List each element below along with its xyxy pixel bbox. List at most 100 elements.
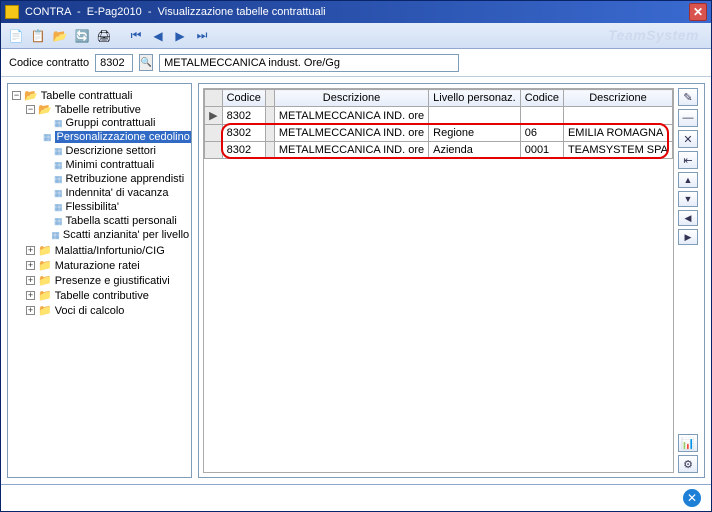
tree-closed-node[interactable]: +📁Malattia/Infortunio/CIG	[26, 244, 189, 257]
doc-icon: ▦	[54, 146, 63, 157]
tree-node-label: Presenze e giustificativi	[55, 275, 170, 287]
grid-header[interactable]: Descrizione	[563, 90, 672, 107]
tree-leaf[interactable]: ▦Retribuzione apprendisti	[40, 173, 189, 185]
toolbar-open-icon[interactable]: 📂	[51, 27, 69, 45]
doc-icon: ▦	[54, 160, 63, 171]
cell[interactable]: EMILIA ROMAGNA	[563, 125, 672, 142]
cell[interactable]: METALMECCANICA IND. ore	[274, 125, 428, 142]
tree-retributive[interactable]: − 📂 Tabelle retributive	[26, 103, 189, 116]
cell[interactable]: METALMECCANICA IND. ore	[274, 142, 428, 159]
nav-prev-icon[interactable]: ◀	[149, 27, 167, 45]
side-edit-button[interactable]: ✎	[678, 88, 698, 106]
grid-header[interactable]: Codice	[520, 90, 563, 107]
cell[interactable]: METALMECCANICA IND. ore	[274, 107, 428, 125]
grid-header-row: Codice Descrizione Livello personaz. Cod…	[205, 90, 673, 107]
tree-leaf[interactable]: ▦Descrizione settori	[40, 145, 189, 157]
side-options-button[interactable]: ⚙	[678, 455, 698, 473]
toolbar-refresh-icon[interactable]: 🔄	[73, 27, 91, 45]
cell[interactable]	[429, 107, 521, 125]
status-close-button[interactable]: ✕	[683, 489, 701, 507]
code-input[interactable]	[95, 54, 133, 72]
cell[interactable]: 8302	[222, 107, 265, 125]
side-right-button[interactable]: ▶	[678, 229, 698, 245]
cell[interactable]: 8302	[222, 142, 265, 159]
nav-next-icon[interactable]: ▶	[171, 27, 189, 45]
tree-panel: − 📂 Tabelle contrattuali − 📂 Tabelle ret…	[7, 83, 192, 478]
tree-leaf[interactable]: ▦Minimi contrattuali	[40, 159, 189, 171]
tree-closed-node[interactable]: +📁Maturazione ratei	[26, 259, 189, 272]
expand-icon[interactable]: +	[26, 246, 35, 255]
grid-header[interactable]: Codice	[222, 90, 265, 107]
tree-closed-node[interactable]: +📁Presenze e giustificativi	[26, 274, 189, 287]
table-row[interactable]: 8302 METALMECCANICA IND. ore Regione 06 …	[205, 125, 673, 142]
doc-icon: ▦	[43, 132, 52, 143]
code-desc-input[interactable]	[159, 54, 459, 72]
cell[interactable]: TEAMSYSTEM SPA	[563, 142, 672, 159]
cell[interactable]	[563, 107, 672, 125]
contracts-grid[interactable]: Codice Descrizione Livello personaz. Cod…	[204, 89, 673, 159]
expand-icon[interactable]: +	[26, 291, 35, 300]
nav-last-icon[interactable]: ⏭	[193, 27, 211, 45]
toolbar-print-icon[interactable]: 🖨	[95, 27, 113, 45]
nav-first-icon[interactable]: ⏮	[127, 27, 145, 45]
code-label: Codice contratto	[9, 57, 89, 69]
tree-node-label: Malattia/Infortunio/CIG	[55, 245, 165, 257]
tree-leaf-label: Gruppi contrattuali	[66, 117, 156, 129]
collapse-icon[interactable]: −	[12, 91, 21, 100]
cell[interactable]: Azienda	[429, 142, 521, 159]
table-row[interactable]: 8302 METALMECCANICA IND. ore Azienda 000…	[205, 142, 673, 159]
cell[interactable]: 06	[520, 125, 563, 142]
cell[interactable]: 0001	[520, 142, 563, 159]
collapse-icon[interactable]: −	[26, 105, 35, 114]
tree-leaf[interactable]: ▦Flessibilita'	[40, 201, 189, 213]
table-row[interactable]: ▶ 8302 METALMECCANICA IND. ore	[205, 107, 673, 125]
tree-leaf-label: Descrizione settori	[66, 145, 156, 157]
toolbar-new-icon[interactable]: 📄	[7, 27, 25, 45]
tree-leaf-label: Minimi contrattuali	[66, 159, 155, 171]
tree-closed-node[interactable]: +📁Voci di calcolo	[26, 304, 189, 317]
tree-node-label: Voci di calcolo	[55, 305, 125, 317]
side-import-button[interactable]: ⇤	[678, 151, 698, 169]
tree-leaf-label: Personalizzazione cedolino	[55, 131, 192, 143]
tree-leaf-selected[interactable]: ▦Personalizzazione cedolino	[40, 131, 189, 143]
tree-leaf[interactable]: ▦Indennita' di vacanza	[40, 187, 189, 199]
tree-root[interactable]: − 📂 Tabelle contrattuali	[12, 89, 189, 102]
side-up-button[interactable]: ▲	[678, 172, 698, 188]
expand-icon[interactable]: +	[26, 276, 35, 285]
doc-icon: ▦	[54, 188, 63, 199]
cell[interactable]	[520, 107, 563, 125]
close-button[interactable]: ✕	[689, 3, 707, 21]
tree-node-label: Tabelle contributive	[55, 290, 149, 302]
cell[interactable]: Regione	[429, 125, 521, 142]
tree-leaf[interactable]: ▦Tabella scatti personali	[40, 215, 189, 227]
folder-open-icon: 📂	[38, 103, 52, 116]
doc-icon: ▦	[54, 202, 63, 213]
side-delete-button[interactable]: ✕	[678, 130, 698, 148]
toolbar: 📄 📋 📂 🔄 🖨 ⏮ ◀ ▶ ⏭ TeamSystem	[1, 23, 711, 49]
side-export-button[interactable]: 📊	[678, 434, 698, 452]
tree-leaf[interactable]: ▦Scatti anzianita' per livello	[40, 229, 189, 241]
code-lookup-button[interactable]: 🔍	[139, 54, 153, 71]
tree-node-label: Tabelle retributive	[55, 104, 141, 116]
folder-closed-icon: 📁	[38, 274, 52, 287]
expand-icon[interactable]: +	[26, 261, 35, 270]
expand-icon[interactable]: +	[26, 306, 35, 315]
code-bar: Codice contratto 🔍	[1, 49, 711, 77]
toolbar-paste-icon[interactable]: 📋	[29, 27, 47, 45]
grid-header[interactable]: Descrizione	[274, 90, 428, 107]
side-down-button[interactable]: ▼	[678, 191, 698, 207]
grid-panel: Codice Descrizione Livello personaz. Cod…	[198, 83, 705, 478]
cell[interactable]: 8302	[222, 125, 265, 142]
tree-closed-node[interactable]: +📁Tabelle contributive	[26, 289, 189, 302]
side-left-button[interactable]: ◀	[678, 210, 698, 226]
status-bar: ✕	[1, 485, 711, 511]
folder-closed-icon: 📁	[38, 244, 52, 257]
tree-leaf-label: Flessibilita'	[66, 201, 119, 213]
tree-leaf-label: Tabella scatti personali	[66, 215, 177, 227]
tree-leaf-label: Retribuzione apprendisti	[66, 173, 185, 185]
side-clear-button[interactable]: —	[678, 109, 698, 127]
tree-leaf[interactable]: ▦Gruppi contrattuali	[40, 117, 189, 129]
grid-header[interactable]: Livello personaz.	[429, 90, 521, 107]
tree-node-label: Maturazione ratei	[55, 260, 140, 272]
titlebar: CONTRA - E-Pag2010 - Visualizzazione tab…	[1, 1, 711, 23]
